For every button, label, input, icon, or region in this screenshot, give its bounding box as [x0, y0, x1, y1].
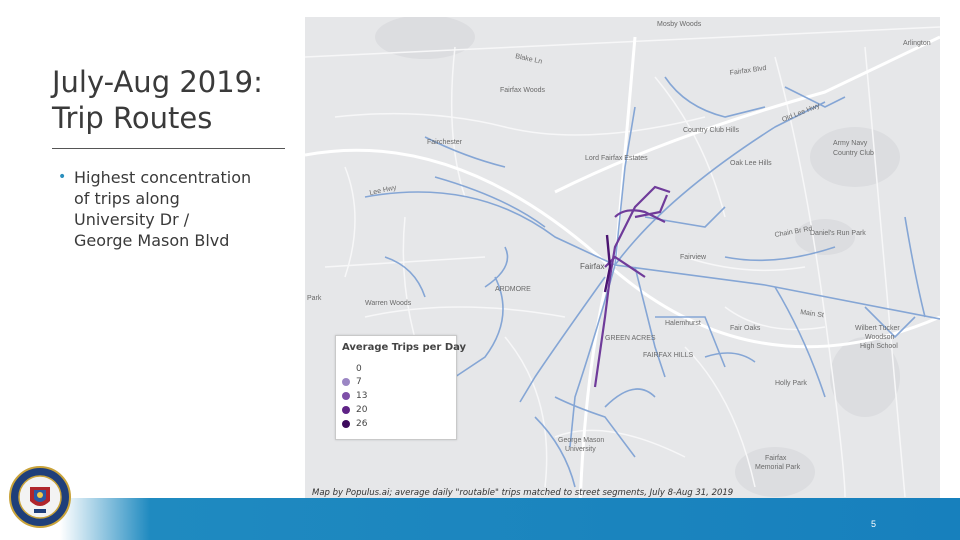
footer-bar: [0, 498, 960, 540]
slide-title-line-1: July-Aug 2019:: [52, 65, 263, 99]
title-divider: [52, 148, 285, 149]
map-label-lord-fairfax-estates: Lord Fairfax Estates: [585, 155, 648, 162]
legend-item: 20: [342, 404, 367, 416]
map-label-fair-oaks: Fair Oaks: [730, 325, 761, 332]
map-label-country-club: Country Club: [833, 150, 874, 157]
legend-swatch: [342, 392, 350, 400]
map-label-mosby-woods: Mosby Woods: [657, 21, 702, 28]
map-label-halemhurst: Halemhurst: [665, 320, 701, 327]
legend-item: 7: [342, 376, 362, 388]
map-label-country-club-hills: Country Club Hills: [683, 127, 740, 134]
map-label-fairfax-memorial-1: Fairfax: [765, 455, 787, 462]
map-label-army-navy: Army Navy: [833, 140, 868, 147]
map-label-daniels-run-park: Daniel's Run Park: [810, 230, 866, 237]
map-label-warren-woods: Warren Woods: [365, 300, 412, 307]
map-label-fairfax-woods: Fairfax Woods: [500, 87, 545, 94]
map-label-fairfax: Fairfax: [580, 262, 604, 271]
map-legend: Average Trips per Day 0 7 13 20 26: [335, 335, 466, 440]
map-label-fairfax-hills: FAIRFAX HILLS: [643, 352, 694, 359]
legend-swatch: [342, 406, 350, 414]
legend-item: 0: [342, 363, 362, 375]
legend-item: 26: [342, 418, 367, 430]
map-label-park: Park: [307, 295, 322, 302]
legend-label: 26: [356, 419, 368, 429]
map-label-ardmore: ARDMORE: [495, 286, 531, 293]
legend-label: 0: [356, 364, 362, 374]
map-label-woodson: Woodson: [865, 334, 895, 341]
bullet-line-2: of trips along: [74, 189, 180, 208]
bullet-line-4: George Mason Blvd: [74, 231, 230, 250]
legend-swatch: [342, 365, 350, 373]
legend-label: 20: [356, 405, 368, 415]
map-label-fairview: Fairview: [680, 254, 707, 261]
map-label-high-school: High School: [860, 343, 898, 350]
bullet-dot-icon: •: [58, 169, 67, 185]
map-label-holly-park: Holly Park: [775, 380, 807, 387]
map-label-arlington: Arlington: [903, 40, 931, 47]
legend-label: 7: [356, 377, 362, 387]
legend-swatch: [342, 420, 350, 428]
map-label-green-acres: GREEN ACRES: [605, 335, 656, 342]
legend-swatch: [342, 378, 350, 386]
map-label-fairchester: Fairchester: [427, 139, 463, 146]
map-label-fairfax-memorial-2: Memorial Park: [755, 464, 801, 471]
bullet-line-3: University Dr /: [74, 210, 190, 229]
page-number: 5: [870, 519, 876, 529]
bullet-text: Highest concentration of trips along Uni…: [74, 167, 288, 251]
city-seal-icon: [9, 466, 71, 528]
legend-label: 13: [356, 391, 368, 401]
legend-title: Average Trips per Day: [342, 342, 467, 353]
map-label-university: University: [565, 446, 596, 453]
map-caption: Map by Populus.ai; average daily "routab…: [312, 488, 734, 498]
slide-title: July-Aug 2019: Trip Routes: [52, 64, 292, 136]
bullet-item: • Highest concentration of trips along U…: [58, 167, 288, 251]
bullet-line-1: Highest concentration: [74, 168, 252, 187]
map-label-george-mason: George Mason: [558, 437, 604, 444]
map-label-wilbert-tucker: Wilbert Tucker: [855, 325, 900, 332]
legend-item: 13: [342, 390, 367, 402]
map-label-oak-lee-hills: Oak Lee Hills: [730, 160, 772, 167]
slide-title-line-2: Trip Routes: [52, 101, 213, 135]
